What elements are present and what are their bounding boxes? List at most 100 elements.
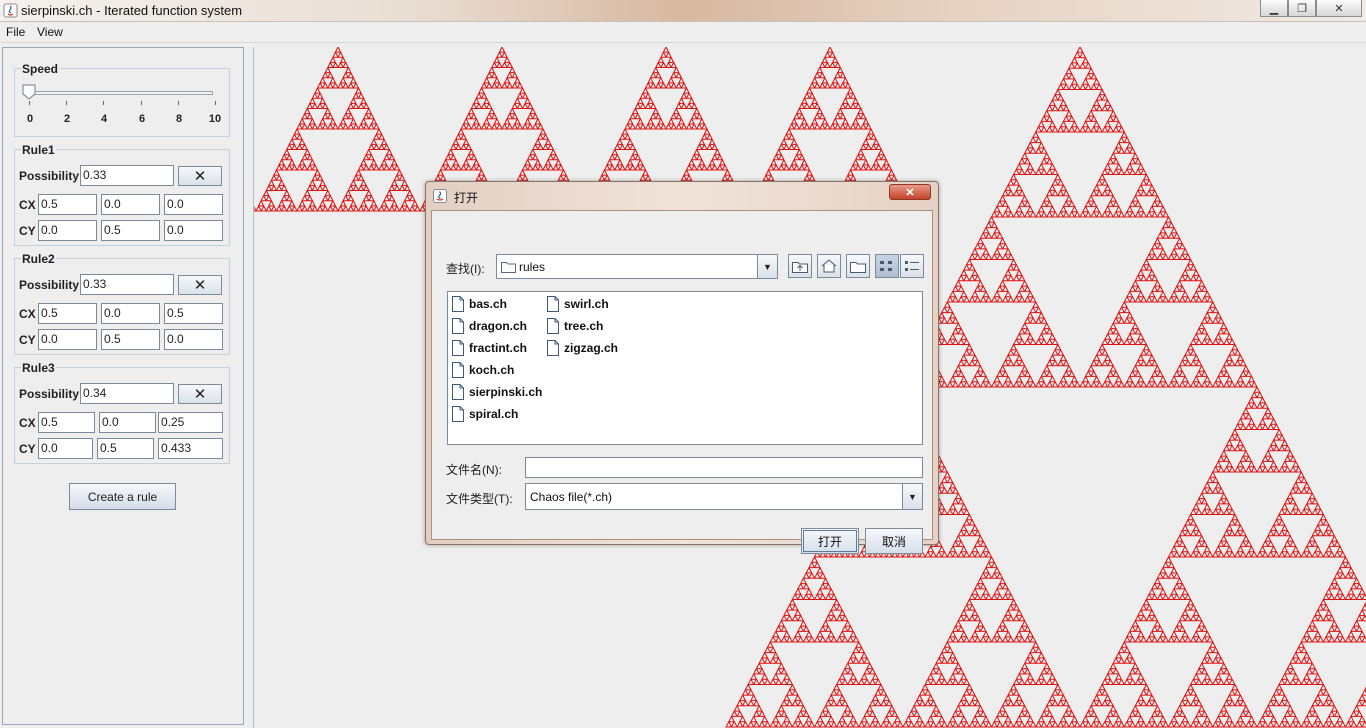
file-icon	[547, 318, 559, 334]
speed-slider-thumb[interactable]	[22, 84, 36, 100]
file-name: swirl.ch	[564, 297, 609, 311]
file-item[interactable]: spiral.ch	[452, 405, 518, 423]
filename-label: 文件名(N):	[446, 463, 502, 477]
file-item[interactable]: dragon.ch	[452, 317, 527, 335]
filename-input[interactable]	[525, 457, 923, 478]
file-item[interactable]: zigzag.ch	[547, 339, 618, 357]
cx-field[interactable]: 0.0	[99, 412, 156, 433]
rule-title: Rule1	[21, 143, 56, 157]
speed-title: Speed	[21, 62, 60, 76]
cx-field[interactable]: 0.0	[101, 194, 160, 215]
cx-label: CX	[19, 198, 36, 212]
speed-tick	[141, 101, 142, 105]
cx-label: CX	[19, 416, 36, 430]
file-icon	[452, 362, 464, 378]
java-app-icon	[433, 189, 447, 203]
menu-view[interactable]: View	[37, 25, 63, 39]
folder-up-icon	[792, 262, 808, 273]
file-item[interactable]: fractint.ch	[452, 339, 527, 357]
close-window-button[interactable]: ✕	[1316, 0, 1362, 17]
filetype-combo[interactable]: Chaos file(*.ch) ▼	[525, 483, 923, 510]
file-item[interactable]: swirl.ch	[547, 295, 609, 313]
possibility-label: Possibility	[19, 387, 80, 401]
cy-field[interactable]: 0.5	[101, 220, 160, 241]
file-name: dragon.ch	[469, 319, 528, 333]
list-view-button[interactable]	[875, 254, 899, 278]
create-rule-button[interactable]: Create a rule	[69, 483, 176, 510]
cx-field[interactable]: 0.5	[38, 412, 95, 433]
delete-rule-button[interactable]: ✕	[178, 166, 222, 186]
cy-field[interactable]: 0.0	[164, 220, 223, 241]
rule-title: Rule3	[21, 361, 56, 375]
home-button[interactable]	[817, 254, 841, 278]
list-view-icon	[880, 261, 892, 271]
cy-field[interactable]: 0.0	[38, 220, 97, 241]
dialog-close-button[interactable]: ✕	[889, 184, 931, 200]
minimize-button[interactable]: ▁	[1260, 0, 1288, 17]
possibility-field[interactable]: 0.33	[80, 165, 174, 186]
file-name: koch.ch	[469, 363, 515, 377]
cx-field[interactable]: 0.5	[38, 194, 97, 215]
file-icon	[452, 318, 464, 334]
filetype-label: 文件类型(T):	[446, 492, 513, 506]
cx-field[interactable]: 0.0	[101, 303, 160, 324]
cy-label: CY	[19, 442, 36, 456]
cy-label: CY	[19, 224, 36, 238]
maximize-button[interactable]: ❐	[1288, 0, 1316, 17]
new-folder-button[interactable]	[846, 254, 870, 278]
cy-field[interactable]: 0.5	[97, 438, 154, 459]
possibility-field[interactable]: 0.34	[80, 383, 174, 404]
cx-field[interactable]: 0.0	[164, 194, 223, 215]
open-button[interactable]: 打开	[801, 528, 859, 554]
delete-rule-button[interactable]: ✕	[178, 384, 222, 404]
cx-field[interactable]: 0.5	[164, 303, 223, 324]
speed-tick	[66, 101, 67, 105]
speed-group: Speed 0 2 4 6 8 10	[14, 62, 230, 137]
details-view-button[interactable]	[900, 254, 924, 278]
speed-tick-label: 6	[138, 113, 146, 125]
delete-rule-button[interactable]: ✕	[178, 275, 222, 295]
cy-field[interactable]: 0.0	[38, 438, 93, 459]
menubar: File View	[0, 23, 1366, 43]
cy-field[interactable]: 0.0	[38, 329, 97, 350]
close-icon: ✕	[193, 386, 207, 403]
possibility-field[interactable]: 0.33	[80, 274, 174, 295]
speed-tick	[29, 101, 30, 105]
look-in-label: 查找(I):	[446, 262, 485, 276]
dialog-title: 打开	[454, 191, 479, 205]
new-folder-icon	[850, 262, 866, 273]
file-icon	[547, 340, 559, 356]
chevron-down-icon[interactable]: ▼	[902, 484, 922, 509]
menu-file[interactable]: File	[6, 25, 25, 39]
file-icon	[452, 384, 464, 400]
file-item[interactable]: sierpinski.ch	[452, 383, 542, 401]
up-one-level-button[interactable]	[788, 254, 812, 278]
file-name: bas.ch	[469, 297, 508, 311]
cy-field[interactable]: 0.5	[101, 329, 160, 350]
java-app-icon	[3, 3, 18, 18]
filetype-value: Chaos file(*.ch)	[530, 490, 613, 504]
cx-field[interactable]: 0.25	[158, 412, 223, 433]
file-list[interactable]: bas.ch dragon.ch fractint.ch koch.ch sie…	[447, 291, 923, 445]
cx-field[interactable]: 0.5	[38, 303, 97, 324]
file-item[interactable]: tree.ch	[547, 317, 603, 335]
file-item[interactable]: koch.ch	[452, 361, 514, 379]
look-in-combo[interactable]: rules ▼	[496, 254, 778, 279]
dialog-body: 查找(I): rules ▼ bas.ch dragon.ch fractint…	[431, 210, 933, 554]
file-icon	[452, 296, 464, 312]
speed-tick	[178, 101, 179, 105]
speed-tick-label: 2	[63, 113, 71, 125]
speed-tick-label: 10	[208, 113, 222, 125]
home-icon	[821, 259, 837, 273]
cy-field[interactable]: 0.0	[164, 329, 223, 350]
cancel-button[interactable]: 取消	[865, 528, 923, 554]
cx-label: CX	[19, 307, 36, 321]
chevron-down-icon[interactable]: ▼	[757, 255, 777, 278]
file-item[interactable]: bas.ch	[452, 295, 507, 313]
rule2-group: Rule2 Possibility 0.33 ✕ CX 0.5 0.0 0.5 …	[14, 252, 230, 355]
speed-slider-track[interactable]	[25, 91, 213, 95]
window-title: sierpinski.ch - Iterated function system	[21, 3, 243, 18]
window-titlebar: sierpinski.ch - Iterated function system…	[0, 0, 1366, 22]
possibility-label: Possibility	[19, 278, 80, 292]
cy-field[interactable]: 0.433	[158, 438, 223, 459]
